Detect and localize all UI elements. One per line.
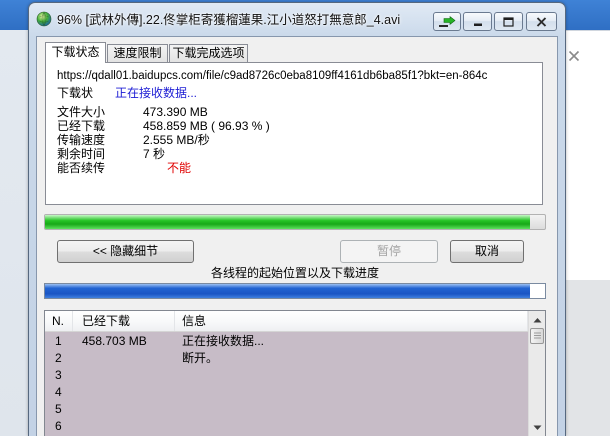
tab-download-status[interactable]: 下载状态	[45, 42, 106, 63]
maximize-icon	[503, 16, 514, 27]
table-row[interactable]: 1 458.703 MB 正在接收数据...	[45, 333, 528, 350]
table-row[interactable]: 6	[45, 418, 528, 435]
table-row[interactable]: 5	[45, 401, 528, 418]
row-number: 3	[55, 368, 62, 382]
download-progress-fill	[45, 215, 530, 229]
maximize-button[interactable]	[494, 12, 523, 31]
tab-completion-options[interactable]: 下载完成选项	[169, 44, 248, 63]
scrollbar-grip-icon	[533, 332, 541, 339]
scroll-up-button[interactable]	[529, 311, 545, 328]
detail-value: 7 秒	[143, 147, 166, 161]
download-url: https://qdall01.baidupcs.com/file/c9ad87…	[57, 70, 488, 82]
row-info: 断开。	[182, 351, 219, 365]
download-status-panel: https://qdall01.baidupcs.com/file/c9ad87…	[45, 62, 543, 205]
column-header-downloaded[interactable]: 已经下载	[73, 311, 175, 331]
threads-list-rows: 1 458.703 MB 正在接收数据... 2 断开。 3 4 5 6	[45, 333, 528, 435]
background-dialog	[566, 30, 610, 280]
detail-label: 能否续传	[57, 161, 106, 175]
threads-list-scrollbar[interactable]	[528, 311, 545, 436]
detail-file-size: 文件大小 473.390 MB	[57, 105, 527, 119]
detail-label: 传输速度	[57, 133, 106, 147]
send-to-tray-button[interactable]	[433, 12, 461, 31]
background-page-bottom	[566, 280, 610, 436]
detail-value: 2.555 MB/秒	[143, 133, 210, 147]
resume-capability-value: 不能	[167, 161, 192, 175]
close-icon	[568, 50, 580, 62]
pause-button[interactable]: 暂停	[340, 240, 438, 263]
detail-transfer-rate: 传输速度 2.555 MB/秒	[57, 133, 527, 147]
detail-value: 473.390 MB	[143, 105, 208, 119]
detail-value: 458.859 MB ( 96.93 % )	[143, 119, 270, 133]
row-number: 5	[55, 402, 62, 416]
download-progress-bar	[44, 214, 546, 230]
threads-list-header: N. 已经下载 信息	[45, 311, 528, 332]
close-button[interactable]	[526, 12, 557, 31]
table-row[interactable]: 4	[45, 384, 528, 401]
scroll-up-arrow-icon	[533, 317, 541, 322]
threads-progress-label: 各线程的起始位置以及下载进度	[210, 266, 379, 280]
cancel-button[interactable]: 取消	[450, 240, 524, 263]
send-to-tray-icon	[439, 15, 456, 27]
row-number: 1	[55, 334, 62, 348]
detail-label: 文件大小	[57, 105, 106, 119]
detail-time-left: 剩余时间 7 秒	[57, 147, 527, 161]
background-page-left	[0, 30, 28, 436]
status-value: 正在接收数据...	[115, 86, 198, 100]
scroll-down-button[interactable]	[529, 419, 545, 436]
row-number: 4	[55, 385, 62, 399]
column-header-number[interactable]: N.	[45, 311, 73, 331]
close-icon	[536, 16, 547, 27]
download-details: 文件大小 473.390 MB 已经下载 458.859 MB ( 96.93 …	[57, 105, 527, 175]
threads-list[interactable]: N. 已经下载 信息 1 458.703 MB 正在接收数据... 2 断开。 …	[44, 310, 546, 436]
table-row[interactable]: 2 断开。	[45, 350, 528, 367]
hide-details-button[interactable]: << 隐藏细节	[57, 240, 194, 263]
column-header-info[interactable]: 信息	[175, 311, 528, 331]
row-number: 2	[55, 351, 62, 365]
tab-speed-limit[interactable]: 速度限制	[107, 44, 168, 63]
idm-globe-icon	[36, 11, 52, 27]
row-number: 6	[55, 419, 62, 433]
minimize-icon	[473, 23, 482, 26]
dialog-client-area: 下载状态 速度限制 下载完成选项 https://qdall01.baidupc…	[36, 36, 558, 436]
detail-resume-capability: 能否续传 不能	[57, 161, 527, 175]
threads-progress-bar	[44, 283, 546, 299]
minimize-button[interactable]	[463, 12, 492, 31]
background-dialog-close-button[interactable]	[568, 50, 580, 62]
row-downloaded: 458.703 MB	[82, 334, 147, 348]
detail-label: 剩余时间	[57, 147, 106, 161]
scrollbar-thumb[interactable]	[530, 328, 544, 344]
table-row[interactable]: 3	[45, 367, 528, 384]
status-label: 下载状	[57, 86, 94, 100]
scroll-down-arrow-icon	[533, 425, 541, 430]
threads-progress-fill	[45, 284, 530, 298]
download-progress-window: 96% [武林外傳].22.佟掌柜寄獲榴蓮果.江小道怒打無意郎_4.avi 下载…	[28, 2, 566, 436]
detail-label: 已经下载	[57, 119, 106, 133]
window-title: 96% [武林外傳].22.佟掌柜寄獲榴蓮果.江小道怒打無意郎_4.avi	[57, 13, 401, 27]
row-info: 正在接收数据...	[182, 334, 265, 348]
app-icon-button[interactable]	[36, 11, 52, 27]
detail-downloaded: 已经下载 458.859 MB ( 96.93 % )	[57, 119, 527, 133]
